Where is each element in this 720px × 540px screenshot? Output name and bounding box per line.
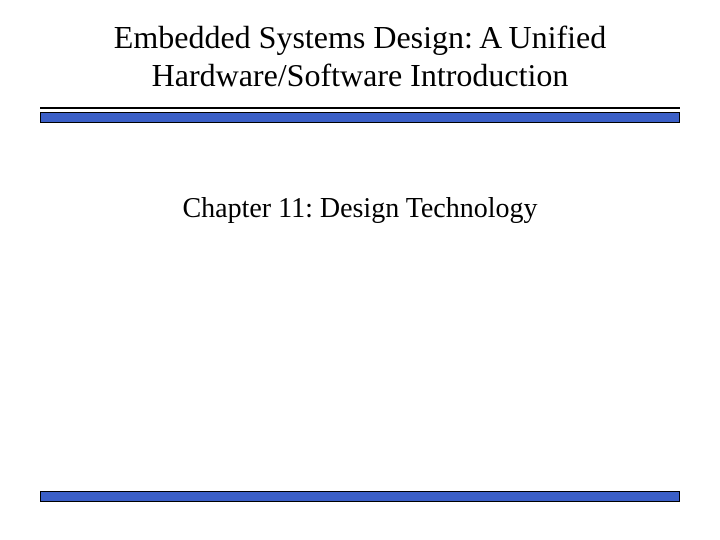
slide: Embedded Systems Design: A Unified Hardw… xyxy=(0,0,720,540)
title-underline xyxy=(40,107,680,109)
decorative-bar-top xyxy=(40,112,680,123)
decorative-bar-bottom xyxy=(40,491,680,502)
title-line-2: Hardware/Software Introduction xyxy=(50,56,670,94)
slide-title: Embedded Systems Design: A Unified Hardw… xyxy=(0,18,720,95)
chapter-heading: Chapter 11: Design Technology xyxy=(0,193,720,225)
title-line-1: Embedded Systems Design: A Unified xyxy=(50,18,670,56)
